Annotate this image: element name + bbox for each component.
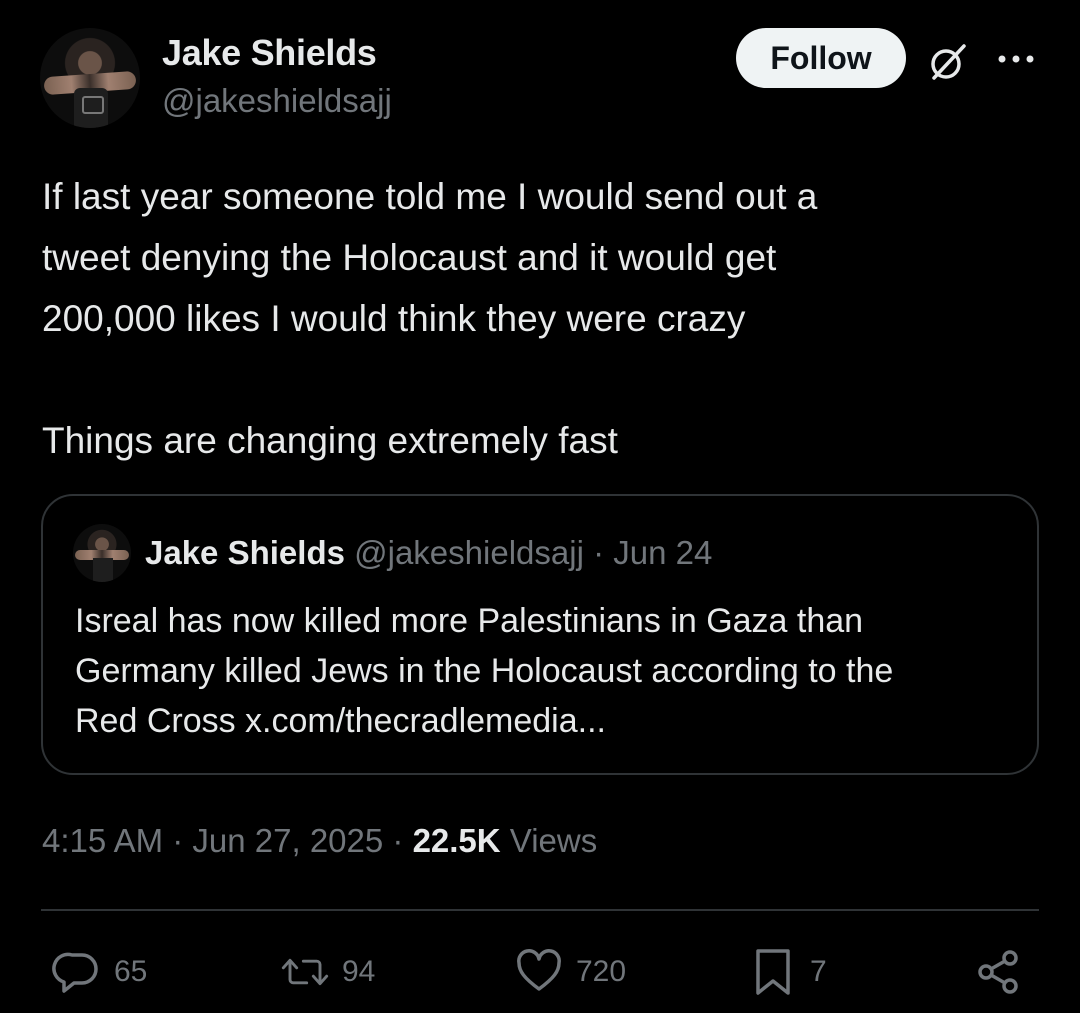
quote-tweet-card[interactable]: Jake Shields @jakeshieldsajj · Jun 24 Is… — [41, 494, 1039, 775]
bookmark-count: 7 — [810, 955, 827, 988]
tweet-line: 200,000 likes I would think they were cr… — [42, 298, 746, 339]
quote-author-name: Jake Shields — [145, 534, 345, 571]
avatar-torso — [74, 88, 108, 128]
author-avatar[interactable] — [40, 28, 140, 128]
views-label: Views — [500, 822, 598, 859]
follow-button[interactable]: Follow — [736, 28, 906, 88]
tweet-meta: 4:15 AM · Jun 27, 2025 · 22.5K Views — [42, 822, 597, 860]
like-button[interactable]: 720 — [514, 944, 626, 1000]
tweet-line: If last year someone told me I would sen… — [42, 176, 818, 217]
quote-line: Germany killed Jews in the Holocaust acc… — [75, 652, 894, 690]
tweet-line: Things are changing extremely fast — [42, 420, 618, 461]
quote-line: Red Cross x.com/thecradlemedia... — [75, 702, 606, 740]
quote-handle-date: @jakeshieldsajj · Jun 24 — [354, 534, 713, 571]
tweet-text: If last year someone told me I would sen… — [42, 166, 1042, 471]
bookmark-button[interactable]: 7 — [748, 944, 827, 1000]
repost-count: 94 — [342, 955, 376, 988]
quote-text: Isreal has now killed more Palestinians … — [75, 596, 1015, 746]
repost-button[interactable]: 94 — [280, 944, 375, 1000]
quote-meta: @jakeshieldsajj · Jun 24 — [354, 534, 712, 571]
reply-button[interactable]: 65 — [52, 944, 147, 1000]
views-count: 22.5K — [412, 822, 501, 859]
timestamp[interactable]: 4:15 AM · Jun 27, 2025 · — [42, 822, 413, 859]
heart-icon — [517, 949, 561, 991]
tweet-line: tweet denying the Holocaust and it would… — [42, 237, 777, 278]
reply-count: 65 — [114, 955, 148, 988]
quote-header: Jake Shields @jakeshieldsajj · Jun 24 — [145, 534, 712, 572]
like-count: 720 — [576, 955, 627, 988]
tweet: Jake Shields @jakeshieldsajj Follow If l… — [0, 0, 1080, 1013]
divider — [41, 909, 1039, 911]
quote-line: Isreal has now killed more Palestinians … — [75, 602, 864, 640]
author-name[interactable]: Jake Shields — [162, 32, 377, 74]
share-icon — [978, 950, 1018, 994]
quote-avatar — [73, 524, 131, 582]
avatar-torso — [93, 558, 113, 582]
bookmark-icon — [756, 949, 790, 995]
share-button[interactable] — [974, 944, 1024, 1000]
grok-icon[interactable] — [926, 40, 970, 84]
reply-icon — [52, 952, 98, 993]
repost-icon — [281, 958, 329, 986]
more-horizontal-icon[interactable] — [996, 44, 1036, 74]
author-handle[interactable]: @jakeshieldsajj — [162, 82, 392, 120]
